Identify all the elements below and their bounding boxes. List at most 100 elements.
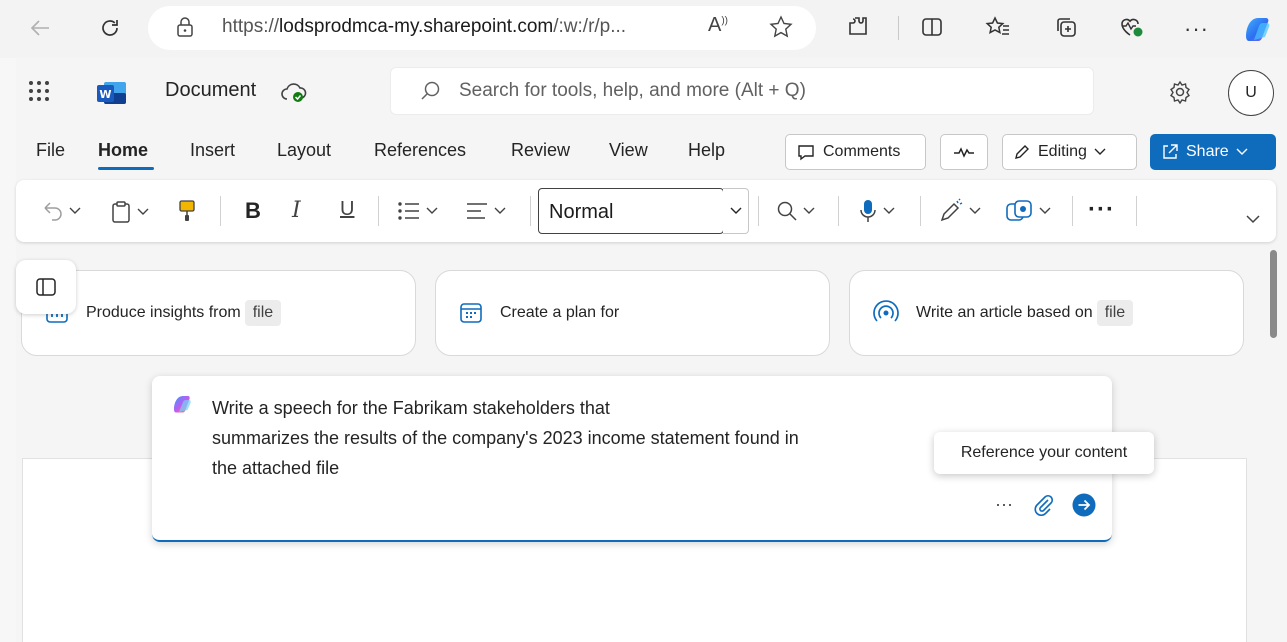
chevron-down-icon bbox=[69, 207, 81, 214]
copilot-logo-icon bbox=[170, 392, 194, 416]
toolbar-separator bbox=[378, 196, 379, 226]
extensions-icon[interactable] bbox=[846, 14, 870, 38]
tab-layout[interactable]: Layout bbox=[277, 140, 331, 161]
browser-health-icon[interactable] bbox=[1118, 15, 1144, 39]
align-left-icon bbox=[467, 203, 487, 219]
file-chip[interactable]: file bbox=[244, 300, 282, 326]
prompt-more-button[interactable]: ··· bbox=[995, 494, 1013, 515]
suggestion-text: Produce insights from file bbox=[86, 300, 282, 326]
tab-references[interactable]: References bbox=[374, 140, 466, 161]
suggestion-card-plan[interactable]: Create a plan for bbox=[435, 270, 830, 356]
search-icon bbox=[777, 201, 797, 221]
tab-insert[interactable]: Insert bbox=[190, 140, 235, 161]
prompt-line: the attached file bbox=[212, 458, 340, 478]
url-text[interactable]: https://lodsprodmca-my.sharepoint.com/:w… bbox=[222, 16, 626, 38]
tab-home[interactable]: Home bbox=[98, 140, 148, 161]
italic-button[interactable]: I bbox=[292, 198, 301, 223]
tab-review[interactable]: Review bbox=[511, 140, 570, 161]
scrollbar-thumb[interactable] bbox=[1270, 250, 1277, 338]
designer-icon bbox=[1006, 200, 1032, 221]
expand-ribbon-icon[interactable] bbox=[1246, 214, 1260, 224]
collections-icon[interactable] bbox=[1054, 15, 1078, 39]
settings-gear-icon[interactable] bbox=[1168, 80, 1192, 104]
chevron-down-icon bbox=[137, 208, 149, 215]
chevron-down-icon bbox=[1236, 148, 1248, 155]
word-logo-icon[interactable]: W bbox=[96, 80, 128, 106]
bullets-button[interactable] bbox=[397, 200, 438, 222]
toolbar-separator bbox=[220, 196, 221, 226]
lock-icon[interactable] bbox=[176, 16, 194, 38]
find-button[interactable] bbox=[776, 200, 815, 222]
comments-label: Comments bbox=[823, 143, 901, 160]
search-placeholder: Search for tools, help, and more (Alt + … bbox=[459, 80, 806, 101]
editor-button[interactable] bbox=[938, 198, 981, 224]
catch-up-button[interactable] bbox=[940, 134, 988, 170]
chevron-down-icon bbox=[494, 207, 506, 214]
copilot-icon[interactable] bbox=[1240, 10, 1276, 46]
read-aloud-icon[interactable]: A)) bbox=[708, 14, 728, 37]
editor-pen-icon bbox=[940, 198, 963, 222]
format-painter-button[interactable] bbox=[178, 199, 196, 223]
style-select[interactable]: Normal bbox=[538, 188, 724, 234]
comments-button[interactable]: Comments bbox=[785, 134, 926, 170]
back-icon[interactable] bbox=[22, 10, 58, 46]
pencil-icon bbox=[1015, 145, 1029, 159]
paste-button[interactable] bbox=[110, 200, 149, 224]
active-tab-indicator bbox=[98, 167, 154, 170]
suggestion-text: Write an article based on file bbox=[916, 300, 1134, 326]
attach-icon[interactable] bbox=[1034, 494, 1054, 516]
editing-mode-button[interactable]: Editing bbox=[1002, 134, 1137, 170]
browser-menu-icon[interactable]: ··· bbox=[1184, 16, 1209, 42]
chevron-down-icon bbox=[730, 207, 741, 214]
refresh-icon[interactable] bbox=[92, 10, 128, 46]
favorites-icon[interactable] bbox=[985, 15, 1011, 39]
file-chip[interactable]: file bbox=[1096, 300, 1134, 326]
share-icon bbox=[1163, 144, 1178, 159]
split-screen-icon[interactable] bbox=[920, 15, 944, 39]
panel-icon bbox=[36, 278, 56, 296]
tab-file[interactable]: File bbox=[36, 140, 65, 161]
favorite-star-icon[interactable] bbox=[768, 14, 794, 40]
more-options-button[interactable]: ··· bbox=[1088, 196, 1115, 224]
toolbar-separator bbox=[1136, 196, 1137, 226]
chevron-down-icon bbox=[1039, 207, 1051, 214]
chevron-down-icon bbox=[1094, 148, 1106, 155]
undo-button[interactable] bbox=[40, 200, 81, 222]
chevron-down-icon bbox=[969, 207, 981, 214]
bold-button[interactable]: B bbox=[245, 198, 261, 224]
suggestion-card-article[interactable]: Write an article based on file bbox=[849, 270, 1244, 356]
app-launcher-icon[interactable] bbox=[28, 80, 50, 102]
user-avatar[interactable]: U bbox=[1228, 70, 1274, 116]
bullet-list-icon bbox=[398, 202, 419, 220]
search-icon bbox=[420, 80, 442, 102]
undo-icon bbox=[44, 202, 62, 221]
underline-button[interactable]: U bbox=[340, 198, 354, 221]
share-button[interactable]: Share bbox=[1150, 134, 1276, 170]
prompt-line: Write a speech for the Fabrikam stakehol… bbox=[212, 398, 610, 418]
dictate-button[interactable] bbox=[858, 198, 895, 224]
style-dropdown-button[interactable] bbox=[723, 188, 749, 234]
chevron-down-icon bbox=[803, 207, 815, 214]
suggestion-text: Create a plan for bbox=[500, 304, 620, 321]
side-panel-button[interactable] bbox=[16, 260, 76, 314]
calendar-icon bbox=[460, 303, 482, 323]
prompt-input-text[interactable]: Write a speech for the Fabrikam stakehol… bbox=[212, 393, 932, 483]
microphone-icon bbox=[860, 200, 876, 222]
cloud-saved-icon[interactable] bbox=[280, 80, 308, 104]
toolbar-separator bbox=[838, 196, 839, 226]
toolbar-separator bbox=[530, 196, 531, 226]
chevron-down-icon bbox=[883, 207, 895, 214]
send-icon[interactable] bbox=[1072, 493, 1096, 517]
reference-tooltip: Reference your content bbox=[934, 432, 1154, 474]
designer-button[interactable] bbox=[1004, 198, 1051, 224]
clipboard-icon bbox=[112, 201, 130, 223]
tab-view[interactable]: View bbox=[609, 140, 648, 161]
browser-separator bbox=[898, 16, 899, 40]
toolbar-separator bbox=[758, 196, 759, 226]
alignment-button[interactable] bbox=[465, 200, 506, 222]
activity-icon bbox=[954, 147, 974, 158]
suggestion-card-insights[interactable]: Produce insights from file bbox=[21, 270, 416, 356]
tab-help[interactable]: Help bbox=[688, 140, 725, 161]
document-title[interactable]: Document bbox=[165, 79, 256, 102]
comment-icon bbox=[798, 145, 814, 161]
